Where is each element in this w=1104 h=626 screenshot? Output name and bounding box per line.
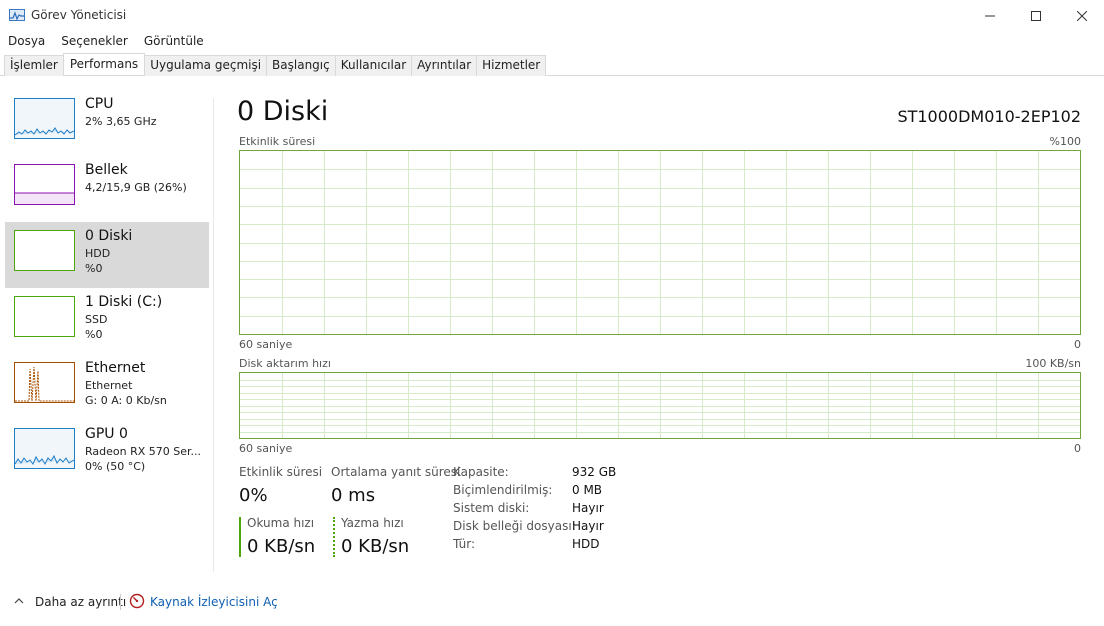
page-file-value: Hayır [572, 519, 604, 533]
active-time-graph [239, 150, 1081, 335]
resource-monitor-icon [129, 593, 145, 609]
tab-app-history[interactable]: Uygulama geçmişi [144, 55, 268, 76]
disk-1-thumbnail-graph [14, 296, 75, 337]
formatted-value: 0 MB [572, 483, 603, 497]
sidebar-item-title: Bellek [85, 162, 128, 178]
active-time-value: 0% [239, 485, 268, 506]
sidebar-item-memory[interactable]: Bellek 4,2/15,9 GB (26%) [5, 156, 209, 222]
tab-services[interactable]: Hizmetler [476, 55, 547, 76]
tab-users[interactable]: Kullanıcılar [334, 55, 413, 76]
sidebar-item-title: Ethernet [85, 360, 146, 376]
active-time-grid [240, 151, 1080, 334]
tab-performance[interactable]: Performans [62, 53, 146, 75]
sidebar-item-title: 1 Diski (C:) [85, 294, 163, 310]
capacity-label: Kapasite: [453, 465, 509, 479]
page-title: 0 Diski [237, 96, 329, 127]
sidebar-item-title: CPU [85, 96, 114, 112]
window-title: Görev Yöneticisi [31, 8, 127, 22]
sidebar-item-detail: 2% 3,65 GHz [85, 115, 157, 128]
sidebar-item-ethernet[interactable]: Ethernet Ethernet G: 0 A: 0 Kb/sn [5, 354, 209, 420]
disk-0-thumbnail-graph [14, 230, 75, 271]
disk-type-value: HDD [572, 537, 600, 551]
tab-startup[interactable]: Başlangıç [266, 55, 336, 76]
system-disk-label: Sistem diski: [453, 501, 530, 515]
maximize-icon [1031, 11, 1041, 21]
title-bar: Görev Yöneticisi [0, 0, 1104, 32]
menu-options[interactable]: Seçenekler [53, 32, 136, 50]
tab-strip: İşlemler Performans Uygulama geçmişi Baş… [0, 52, 1104, 76]
capacity-value: 932 GB [572, 465, 617, 479]
task-manager-icon [9, 9, 25, 21]
active-time-chart-min: 0 [1074, 338, 1081, 351]
transfer-rate-chart-time: 60 saniye [239, 442, 293, 455]
tab-processes[interactable]: İşlemler [4, 55, 64, 76]
read-speed-indicator [239, 517, 241, 557]
sidebar-item-cpu[interactable]: CPU 2% 3,65 GHz [5, 90, 209, 156]
footer: Daha az ayrıntı Kaynak İzleyicisini Aç [0, 590, 1104, 614]
menu-file[interactable]: Dosya [0, 32, 53, 50]
sidebar-divider [213, 98, 214, 572]
sidebar-item-detail: Ethernet [85, 379, 133, 392]
sidebar-item-disk-0[interactable]: 0 Diski HDD %0 [5, 222, 209, 288]
write-speed-label: Yazma hızı [341, 516, 404, 530]
chevron-up-icon[interactable] [12, 594, 26, 608]
sidebar-item-title: GPU 0 [85, 426, 128, 442]
resource-sidebar: CPU 2% 3,65 GHz Bellek 4,2/15,9 GB (26%)… [5, 90, 209, 486]
sidebar-item-detail: SSD [85, 313, 108, 326]
menu-bar: Dosya Seçenekler Görüntüle [0, 32, 212, 50]
read-speed-value: 0 KB/sn [247, 536, 316, 557]
minimize-button[interactable] [967, 0, 1013, 32]
ethernet-thumbnail-graph [14, 362, 75, 403]
close-button[interactable] [1059, 0, 1104, 32]
transfer-rate-grid [240, 373, 1080, 438]
response-time-value: 0 ms [331, 485, 376, 506]
active-time-label: Etkinlik süresi [239, 465, 323, 479]
transfer-rate-graph [239, 372, 1081, 439]
sidebar-item-usage: %0 [85, 262, 103, 275]
active-time-chart-max: %100 [1049, 135, 1081, 148]
transfer-rate-chart-label: Disk aktarım hızı [239, 357, 331, 370]
sidebar-item-gpu[interactable]: GPU 0 Radeon RX 570 Ser... 0% (50 °C) [5, 420, 209, 486]
sidebar-item-disk-1[interactable]: 1 Diski (C:) SSD %0 [5, 288, 209, 354]
sidebar-item-usage: G: 0 A: 0 Kb/sn [85, 394, 167, 407]
cpu-thumbnail-graph [14, 98, 75, 139]
disk-type-label: Tür: [453, 537, 476, 551]
minimize-icon [985, 15, 995, 17]
device-model: ST1000DM010-2EP102 [897, 107, 1081, 126]
transfer-rate-chart-min: 0 [1074, 442, 1081, 455]
sidebar-item-usage: 0% (50 °C) [85, 460, 146, 473]
fewer-details-button[interactable]: Daha az ayrıntı [35, 595, 126, 609]
transfer-rate-chart-max: 100 KB/sn [1025, 357, 1081, 370]
page-file-label: Disk belleği dosyası: [453, 519, 576, 533]
read-speed-label: Okuma hızı [247, 516, 315, 530]
tab-details[interactable]: Ayrıntılar [411, 55, 478, 76]
sidebar-item-usage: %0 [85, 328, 103, 341]
sidebar-item-detail: Radeon RX 570 Ser... [85, 445, 202, 458]
formatted-label: Biçimlendirilmiş: [453, 483, 553, 497]
close-icon [1077, 11, 1087, 21]
memory-thumbnail-graph [14, 164, 75, 205]
gpu-thumbnail-graph [14, 428, 75, 469]
open-resource-monitor-link[interactable]: Kaynak İzleyicisini Aç [150, 595, 278, 609]
sidebar-item-title: 0 Diski [85, 228, 133, 244]
system-disk-value: Hayır [572, 501, 604, 515]
write-speed-value: 0 KB/sn [341, 536, 410, 557]
active-time-chart-time: 60 saniye [239, 338, 293, 351]
sidebar-item-detail: 4,2/15,9 GB (26%) [85, 181, 187, 194]
write-speed-indicator [333, 517, 335, 557]
maximize-button[interactable] [1013, 0, 1059, 32]
response-time-label: Ortalama yanıt süresi [331, 465, 461, 479]
footer-separator [120, 594, 121, 610]
sidebar-item-detail: HDD [85, 247, 111, 260]
active-time-chart-label: Etkinlik süresi [239, 135, 316, 148]
menu-view[interactable]: Görüntüle [136, 32, 212, 50]
